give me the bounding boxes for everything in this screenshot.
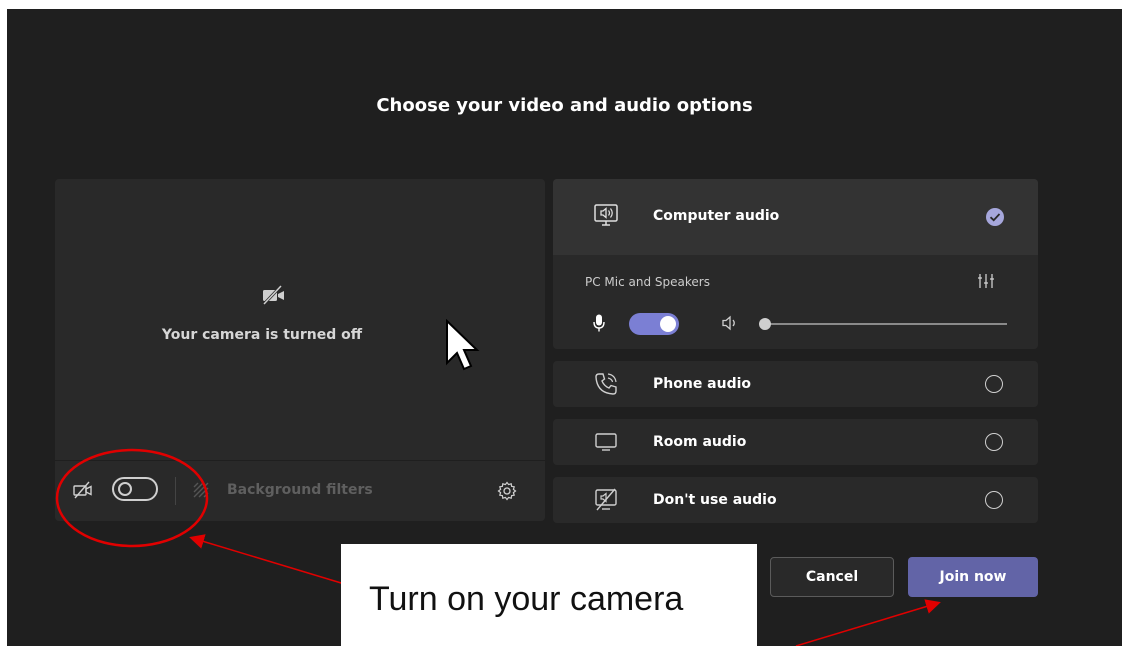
computer-audio-option[interactable]: Computer audio PC Mic and Speakers	[553, 179, 1038, 349]
microphone-toggle[interactable]	[629, 313, 679, 335]
cancel-button[interactable]: Cancel	[770, 557, 894, 597]
no-audio-label: Don't use audio	[653, 492, 777, 508]
video-toolbar: Background filters	[55, 460, 545, 521]
room-audio-label: Room audio	[653, 434, 747, 450]
no-audio-radio[interactable]	[985, 491, 1003, 509]
phone-icon	[595, 373, 617, 395]
camera-off-icon	[262, 285, 284, 305]
page-title: Choose your video and audio options	[376, 95, 753, 116]
room-audio-option[interactable]: Room audio	[553, 419, 1038, 465]
audio-device-label: PC Mic and Speakers	[585, 275, 710, 289]
phone-audio-label: Phone audio	[653, 376, 752, 392]
toggle-knob	[660, 316, 676, 332]
toggle-knob	[118, 482, 132, 496]
computer-audio-label: Computer audio	[653, 208, 780, 224]
computer-audio-header[interactable]: Computer audio	[553, 179, 1038, 255]
speaker-icon	[722, 315, 735, 331]
camera-off-message: Your camera is turned off	[161, 327, 363, 343]
checkmark-icon	[986, 208, 1004, 226]
no-audio-icon	[595, 488, 617, 511]
mouse-cursor-icon	[446, 319, 480, 371]
device-settings-icon[interactable]	[977, 273, 995, 289]
camera-off-icon	[73, 481, 92, 499]
annotation-callout: Turn on your camera	[341, 544, 757, 646]
volume-slider-thumb[interactable]	[759, 318, 771, 330]
microphone-icon	[593, 314, 605, 332]
background-filters-button[interactable]: Background filters	[227, 482, 373, 498]
volume-slider-track[interactable]	[765, 323, 1007, 325]
toolbar-divider	[175, 477, 176, 505]
join-now-button[interactable]: Join now	[908, 557, 1038, 597]
monitor-speaker-icon	[594, 204, 618, 226]
room-audio-radio[interactable]	[985, 433, 1003, 451]
no-audio-option[interactable]: Don't use audio	[553, 477, 1038, 523]
camera-toggle[interactable]	[112, 477, 158, 501]
gear-icon[interactable]	[497, 481, 517, 501]
background-blur-icon	[193, 482, 209, 498]
phone-audio-radio[interactable]	[985, 375, 1003, 393]
monitor-icon	[595, 433, 617, 451]
phone-audio-option[interactable]: Phone audio	[553, 361, 1038, 407]
computer-audio-settings: PC Mic and Speakers	[553, 255, 1038, 349]
annotation-callout-text: Turn on your camera	[369, 580, 684, 618]
